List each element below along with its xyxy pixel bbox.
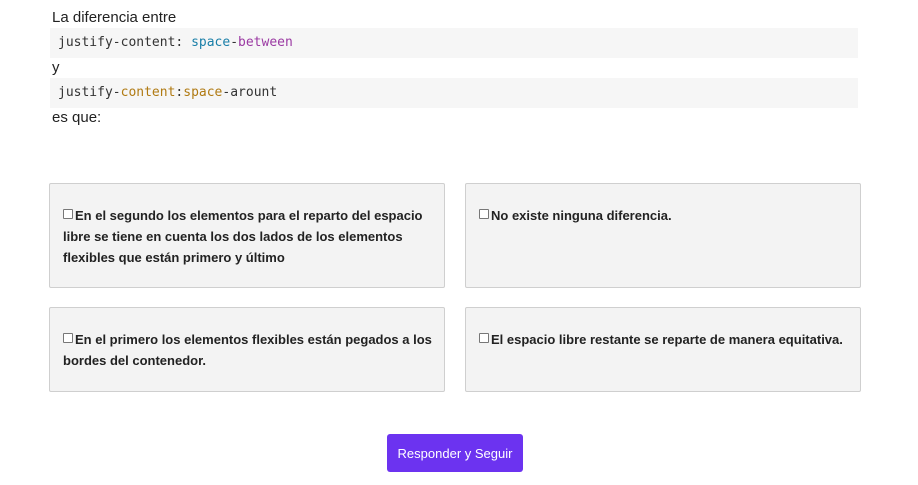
question-text-intro: La diferencia entre <box>52 9 177 26</box>
question-text-end: es que: <box>52 109 102 126</box>
answer-option-label: No existe ninguna diferencia. <box>491 208 672 223</box>
code-separator: - <box>230 35 239 50</box>
submit-button[interactable]: Responder y Seguir <box>387 434 523 472</box>
checkbox[interactable] <box>479 209 489 219</box>
answer-option-label: El espacio libre restante se reparte de … <box>491 332 843 347</box>
answer-option[interactable]: No existe ninguna diferencia. <box>465 183 861 288</box>
answer-option[interactable]: El espacio libre restante se reparte de … <box>465 307 861 392</box>
answer-options: En el segundo los elementos para el repa… <box>49 183 861 392</box>
question: La diferencia entre justify-content: spa… <box>50 8 860 128</box>
answer-option-label: En el primero los elementos flexibles es… <box>63 332 432 368</box>
checkbox[interactable] <box>63 333 73 343</box>
question-text-connector: y <box>52 59 60 76</box>
answer-option[interactable]: En el segundo los elementos para el repa… <box>49 183 445 288</box>
checkbox[interactable] <box>63 209 73 219</box>
code-snippet-space-between: justify-content: space-between <box>50 28 858 58</box>
checkbox[interactable] <box>479 333 489 343</box>
code-property-part: justify- <box>58 85 121 100</box>
answer-option-label: En el segundo los elementos para el repa… <box>63 208 423 265</box>
code-property: justify-content: <box>58 35 184 50</box>
code-value-part: between <box>238 35 293 50</box>
code-value-part: space <box>183 85 223 100</box>
code-snippet-space-arount: justify-content:space-arount <box>50 78 858 108</box>
answer-option[interactable]: En el primero los elementos flexibles es… <box>49 307 445 392</box>
code-value-part: space <box>191 35 231 50</box>
code-value-part: -arount <box>222 85 278 100</box>
code-property-part: content <box>120 85 176 100</box>
